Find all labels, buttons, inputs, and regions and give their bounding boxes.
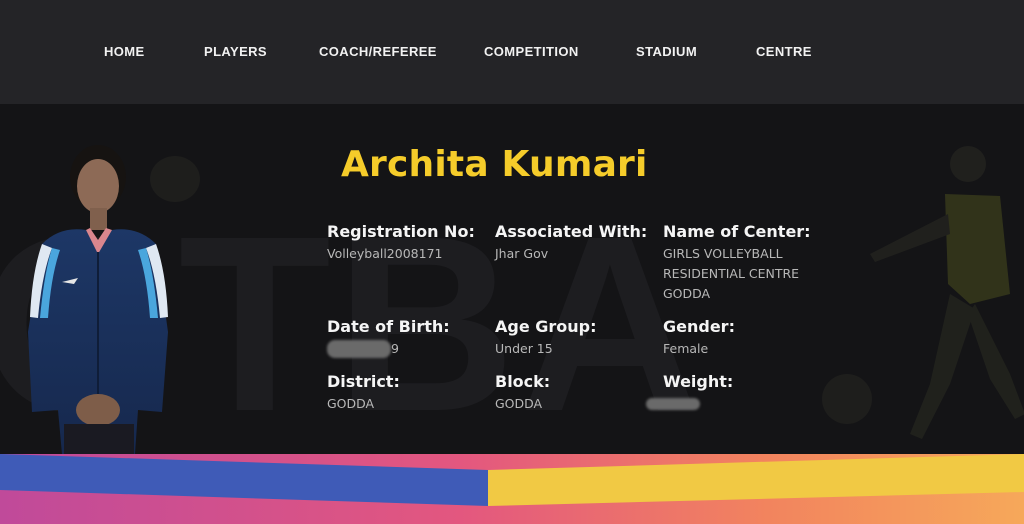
center-name-label: Name of Center: (663, 222, 811, 241)
nav-players-link[interactable]: PLAYERS (204, 44, 267, 59)
block-label: Block: (495, 372, 551, 391)
gender-value: Female (663, 341, 709, 356)
background-player-silhouette (870, 146, 1024, 439)
district-field: District: GODDA (327, 372, 497, 414)
date-of-birth-redaction (327, 340, 391, 358)
decorative-footer-stripes (0, 454, 1024, 524)
age-group-label: Age Group: (495, 317, 597, 336)
nav-coach-referee-link[interactable]: COACH/REFEREE (319, 44, 437, 59)
player-name-heading: Archita Kumari (341, 144, 648, 185)
nav-centre-link[interactable]: CENTRE (756, 44, 812, 59)
age-group-value: Under 15 (495, 341, 553, 356)
associated-with-label: Associated With: (495, 222, 648, 241)
registration-label: Registration No: (327, 222, 475, 241)
gender-label: Gender: (663, 317, 735, 336)
center-name-field: Name of Center: GIRLS VOLLEYBALL RESIDEN… (663, 222, 833, 304)
date-of-birth-label: Date of Birth: (327, 317, 450, 336)
gender-field: Gender: Female (663, 317, 833, 359)
weight-redaction (646, 398, 700, 410)
weight-label: Weight: (663, 372, 734, 391)
nav-competition-link[interactable]: COMPETITION (484, 44, 579, 59)
associated-with-field: Associated With: Jhar Gov (495, 222, 665, 264)
player-photo (28, 145, 168, 454)
block-field: Block: GODDA (495, 372, 665, 414)
registration-field: Registration No: Volleyball2008171 (327, 222, 497, 264)
district-value: GODDA (327, 396, 375, 411)
nav-home-link[interactable]: HOME (104, 44, 145, 59)
registration-value: Volleyball2008171 (327, 246, 443, 261)
block-value: GODDA (495, 396, 543, 411)
weight-field: Weight: (663, 372, 833, 394)
district-label: District: (327, 372, 400, 391)
top-navigation: HOME PLAYERS COACH/REFEREE COMPETITION S… (0, 0, 1024, 104)
age-group-field: Age Group: Under 15 (495, 317, 665, 359)
center-name-value: GIRLS VOLLEYBALL RESIDENTIAL CENTRE GODD… (663, 246, 800, 301)
nav-stadium-link[interactable]: STADIUM (636, 44, 697, 59)
associated-with-value: Jhar Gov (495, 246, 549, 261)
